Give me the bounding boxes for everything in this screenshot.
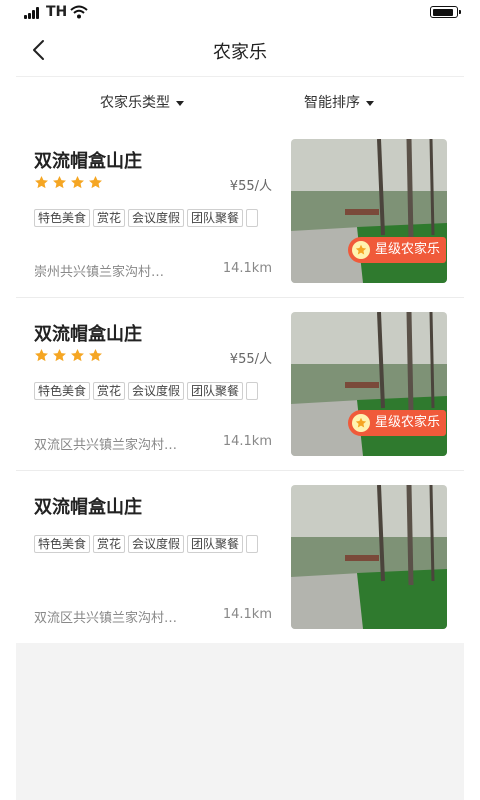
tag-overflow bbox=[246, 382, 258, 400]
address: 双流区共兴镇兰家沟村… bbox=[34, 438, 178, 453]
rating-stars bbox=[34, 348, 106, 364]
tag: 会议度假 bbox=[128, 382, 185, 400]
star-icon bbox=[355, 244, 367, 255]
filter-bar: 农家乐类型 智能排序 bbox=[16, 77, 464, 126]
wifi-icon bbox=[70, 5, 88, 19]
battery-icon bbox=[430, 6, 461, 18]
badge-label: 星级农家乐 bbox=[375, 415, 441, 430]
tag-list: 特色美食 赏花 会议度假 团队聚餐 bbox=[34, 380, 272, 400]
listing-card[interactable]: 双流帽盒山庄 ¥55/人 特色美食 赏花 会议度假 团队聚餐 崇州共兴镇兰家沟村… 1… bbox=[16, 125, 464, 297]
star-icon bbox=[71, 348, 84, 362]
farmstay-type-filter-label: 农家乐类型 bbox=[100, 95, 170, 111]
carrier-label: TH bbox=[46, 4, 68, 20]
tag: 特色美食 bbox=[34, 382, 91, 400]
tag: 团队聚餐 bbox=[187, 209, 244, 227]
tag: 团队聚餐 bbox=[187, 382, 244, 400]
tag-list: 特色美食 赏花 会议度假 团队聚餐 bbox=[34, 207, 272, 227]
tag: 特色美食 bbox=[34, 535, 91, 553]
star-farmstay-badge: 星级农家乐 bbox=[348, 410, 447, 436]
listing-card[interactable]: 双流帽盒山庄 特色美食 赏花 会议度假 团队聚餐 双流区共兴镇兰家沟村… 14.1km bbox=[16, 470, 464, 643]
tag: 团队聚餐 bbox=[187, 535, 244, 553]
star-icon bbox=[89, 175, 102, 189]
star-icon bbox=[35, 348, 48, 362]
price: ¥55/人 bbox=[229, 352, 272, 367]
badge-label: 星级农家乐 bbox=[375, 242, 441, 257]
page-title: 农家乐 bbox=[213, 42, 267, 63]
listing-list: 双流帽盒山庄 ¥55/人 特色美食 赏花 会议度假 团队聚餐 崇州共兴镇兰家沟村… 1… bbox=[16, 125, 464, 643]
tag: 会议度假 bbox=[128, 535, 185, 553]
status-bar: TH bbox=[0, 0, 480, 24]
rating-stars bbox=[34, 175, 106, 191]
chevron-down-icon bbox=[366, 100, 374, 106]
sort-filter-label: 智能排序 bbox=[304, 95, 360, 111]
chevron-down-icon bbox=[176, 100, 184, 106]
star-icon bbox=[35, 175, 48, 189]
signal-icon bbox=[24, 7, 42, 19]
listing-photo bbox=[291, 485, 447, 629]
star-icon bbox=[53, 348, 66, 362]
distance: 14.1km bbox=[222, 434, 272, 449]
address: 双流区共兴镇兰家沟村… bbox=[34, 611, 178, 626]
farmstay-type-filter[interactable]: 农家乐类型 bbox=[100, 92, 184, 112]
listing-name: 双流帽盒山庄 bbox=[34, 324, 142, 345]
tag-list: 特色美食 赏花 会议度假 团队聚餐 bbox=[34, 533, 272, 553]
tag-overflow bbox=[246, 535, 258, 553]
star-farmstay-badge: 星级农家乐 bbox=[348, 237, 447, 263]
tag: 特色美食 bbox=[34, 209, 91, 227]
address: 崇州共兴镇兰家沟村… bbox=[34, 265, 165, 280]
tag: 会议度假 bbox=[128, 209, 185, 227]
main-panel: 农家乐 农家乐类型 智能排序 双流帽盒山庄 ¥55/人 特色美食 赏花 会议度假 团队… bbox=[16, 24, 464, 800]
tag: 赏花 bbox=[93, 209, 126, 227]
star-icon bbox=[71, 175, 84, 189]
star-icon bbox=[53, 175, 66, 189]
star-icon bbox=[355, 417, 367, 428]
sort-filter[interactable]: 智能排序 bbox=[304, 92, 374, 112]
tag-overflow bbox=[246, 209, 258, 227]
tag: 赏花 bbox=[93, 535, 126, 553]
listing-name: 双流帽盒山庄 bbox=[34, 497, 142, 518]
star-icon bbox=[89, 348, 102, 362]
nav-bar: 农家乐 bbox=[16, 24, 464, 77]
price: ¥55/人 bbox=[229, 179, 272, 194]
listing-name: 双流帽盒山庄 bbox=[34, 151, 142, 172]
listing-card[interactable]: 双流帽盒山庄 ¥55/人 特色美食 赏花 会议度假 团队聚餐 双流区共兴镇兰家沟村… … bbox=[16, 297, 464, 470]
distance: 14.1km bbox=[222, 607, 272, 622]
tag: 赏花 bbox=[93, 382, 126, 400]
distance: 14.1km bbox=[222, 261, 272, 276]
